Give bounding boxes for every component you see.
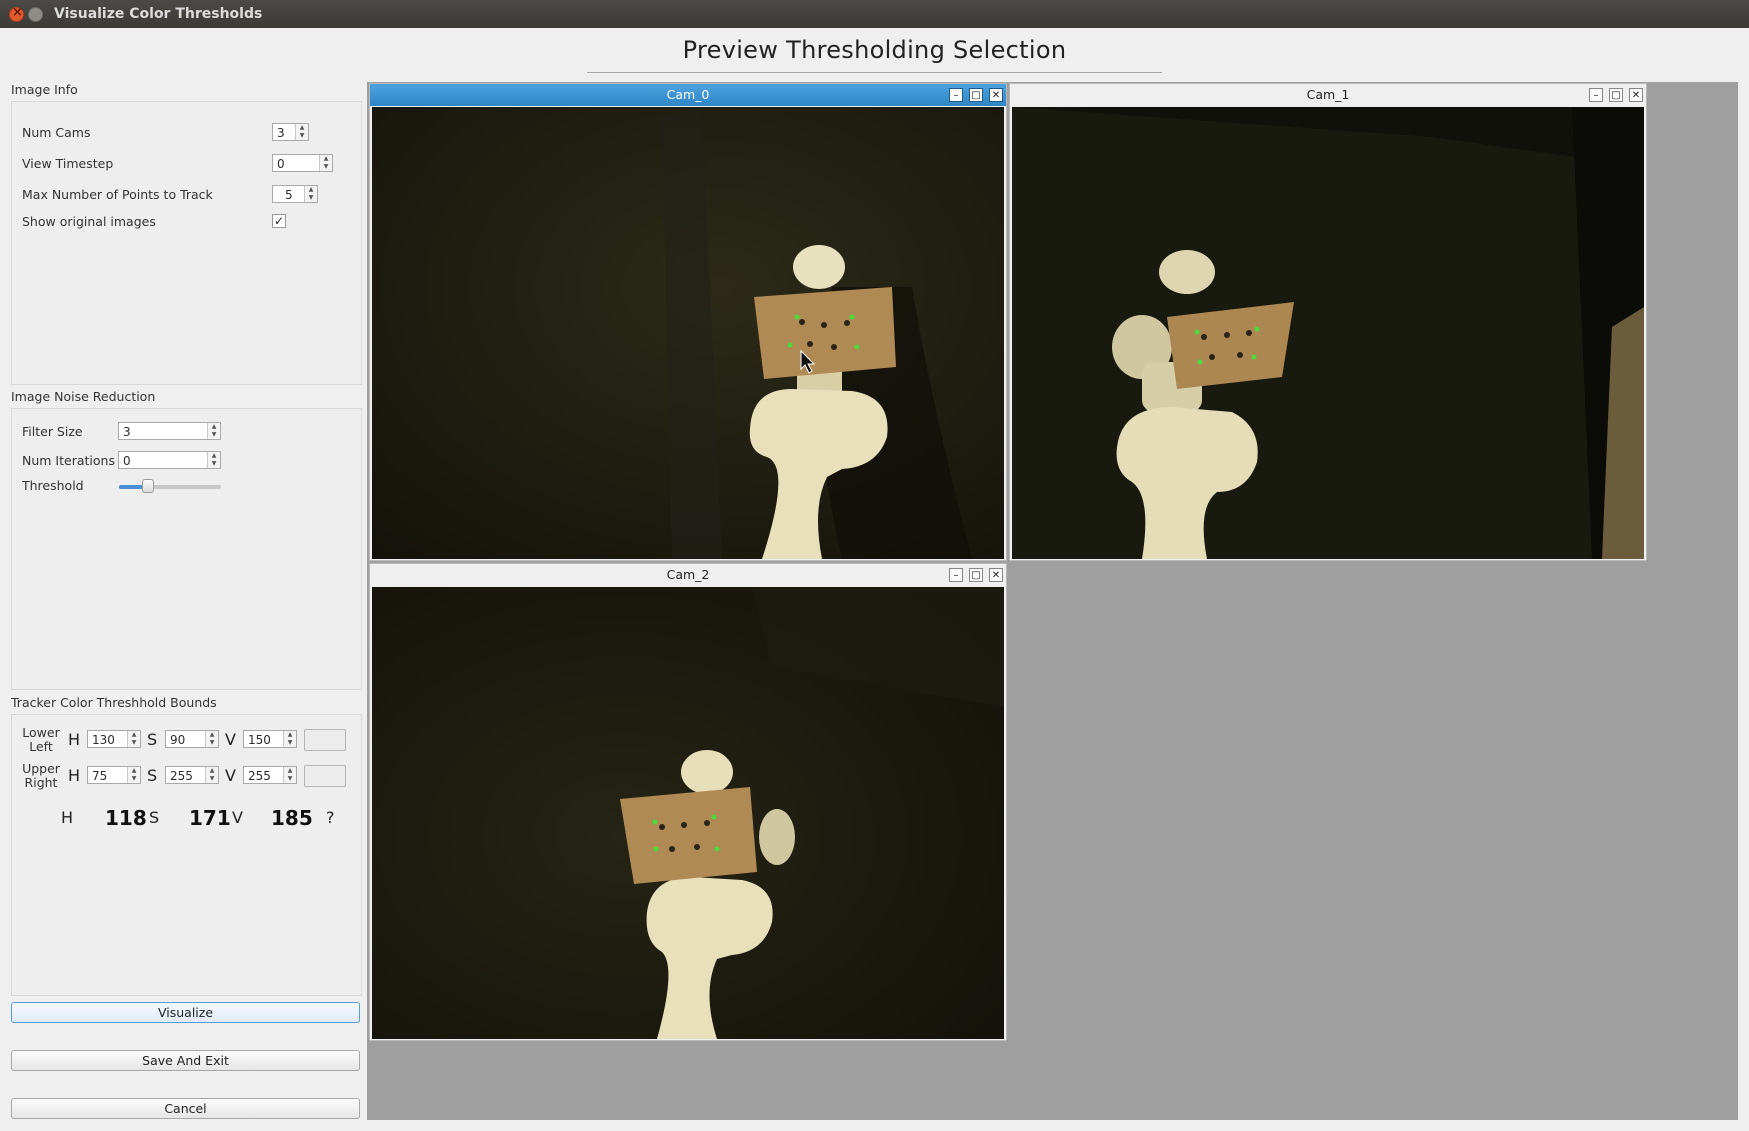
upper-label-1: Upper [22,761,60,776]
num-iterations-value: 0 [123,454,131,468]
visualize-button[interactable]: Visualize [11,1002,360,1023]
cam-1-image[interactable] [1012,107,1644,559]
spin-arrows-icon[interactable]: ▲ ▼ [127,731,140,747]
max-points-spinbox[interactable]: 5 ▲ ▼ [272,185,318,203]
cam-0-title: Cam_0 [666,87,710,102]
title-divider [587,72,1162,73]
upper-s-spinbox[interactable]: 255 ▲ ▼ [165,766,219,784]
filter-size-value: 3 [123,425,131,439]
cam-2-window[interactable]: Cam_2 – □ ✕ [369,563,1007,1041]
minimize-icon[interactable]: – [1589,88,1603,102]
upper-h-spinbox[interactable]: 75 ▲ ▼ [87,766,141,784]
window-title: Visualize Color Thresholds [54,6,263,22]
num-iterations-spinbox[interactable]: 0 ▲ ▼ [118,451,221,469]
lower-h-value: 130 [92,733,115,747]
maximize-icon[interactable]: □ [969,568,983,582]
minimize-window-icon[interactable] [28,7,43,22]
spin-arrows-icon[interactable]: ▲ ▼ [319,155,332,171]
spin-arrows-icon[interactable]: ▲ ▼ [304,186,317,202]
upper-s-letter: S [147,766,158,785]
lower-label-2: Left [29,739,53,754]
cancel-button[interactable]: Cancel [11,1098,360,1119]
tracker-bounds-group-label: Tracker Color Threshhold Bounds [11,695,217,710]
tracker-bounds-group [11,714,362,996]
upper-v-letter: V [225,766,236,785]
readout-v-value: 185 [271,806,313,830]
lower-label-1: Lower [22,725,60,740]
upper-v-value: 255 [248,769,271,783]
cam-1-title: Cam_1 [1306,87,1350,102]
cam-2-titlebar[interactable]: Cam_2 [370,564,1006,586]
view-timestep-value: 0 [277,157,285,171]
view-timestep-spinbox[interactable]: 0 ▲ ▼ [272,154,333,172]
minimize-icon[interactable]: – [949,568,963,582]
upper-h-letter: H [68,766,81,785]
num-cams-label: Num Cams [22,125,91,140]
close-icon[interactable]: ✕ [989,88,1003,102]
spin-arrows-icon[interactable]: ▲ ▼ [205,731,218,747]
lower-left-label: Lower Left [20,726,62,754]
close-icon[interactable]: ✕ [1629,88,1643,102]
spin-arrows-icon[interactable]: ▲ ▼ [283,767,296,783]
readout-h-label: H [61,808,74,827]
upper-label-2: Right [24,775,58,790]
spin-arrows-icon[interactable]: ▲ ▼ [295,124,308,140]
lower-s-spinbox[interactable]: 90 ▲ ▼ [165,730,219,748]
view-timestep-label: View Timestep [22,156,114,171]
image-info-group [11,101,362,385]
max-points-value: 5 [285,188,293,202]
threshold-label: Threshold [22,478,84,493]
num-iterations-label: Num Iterations [22,453,115,468]
lower-h-letter: H [68,730,81,749]
lower-color-swatch[interactable] [304,729,346,751]
cam-0-titlebar[interactable]: Cam_0 [370,84,1006,106]
spin-arrows-icon[interactable]: ▲ ▼ [283,731,296,747]
save-and-exit-button[interactable]: Save And Exit [11,1050,360,1071]
filter-size-spinbox[interactable]: 3 ▲ ▼ [118,422,221,440]
filter-size-label: Filter Size [22,424,83,439]
upper-s-value: 255 [170,769,193,783]
spin-arrows-icon[interactable]: ▲ ▼ [207,452,220,468]
lower-v-letter: V [225,730,236,749]
page-title: Preview Thresholding Selection [682,36,1067,64]
lower-h-spinbox[interactable]: 130 ▲ ▼ [87,730,141,748]
cam-0-image[interactable] [372,107,1004,559]
num-cams-spinbox[interactable]: 3 ▲ ▼ [272,123,309,141]
max-points-label: Max Number of Points to Track [22,187,213,202]
num-cams-value: 3 [277,126,285,140]
cam-1-window[interactable]: Cam_1 – □ ✕ [1009,83,1647,561]
upper-right-label: Upper Right [20,762,62,790]
lower-s-value: 90 [170,733,186,747]
maximize-icon[interactable]: □ [1609,88,1623,102]
lower-s-letter: S [147,730,158,749]
upper-h-value: 75 [92,769,108,783]
readout-s-value: 171 [189,806,231,830]
threshold-slider-handle[interactable] [141,479,154,493]
readout-unknown-label: ? [326,808,335,827]
show-original-label: Show original images [22,214,156,229]
close-window-icon[interactable] [9,5,24,22]
image-info-group-label: Image Info [11,82,78,97]
spin-arrows-icon[interactable]: ▲ ▼ [127,767,140,783]
lower-v-value: 150 [248,733,271,747]
maximize-icon[interactable]: □ [969,88,983,102]
cam-2-title: Cam_2 [666,567,710,582]
lower-v-spinbox[interactable]: 150 ▲ ▼ [243,730,297,748]
cam-2-image[interactable] [372,587,1004,1039]
upper-color-swatch[interactable] [304,765,346,787]
show-original-checkbox[interactable]: ✓ [272,214,286,228]
upper-v-spinbox[interactable]: 255 ▲ ▼ [243,766,297,784]
close-icon[interactable]: ✕ [989,568,1003,582]
noise-reduction-group-label: Image Noise Reduction [11,389,156,404]
cam-1-titlebar[interactable]: Cam_1 [1010,84,1646,106]
threshold-slider[interactable] [119,479,221,493]
spin-arrows-icon[interactable]: ▲ ▼ [205,767,218,783]
minimize-icon[interactable]: – [949,88,963,102]
spin-arrows-icon[interactable]: ▲ ▼ [207,423,220,439]
window-titlebar: Visualize Color Thresholds [0,0,1749,28]
cam-0-window[interactable]: Cam_0 – □ ✕ [369,83,1007,561]
readout-h-value: 118 [105,806,147,830]
readout-s-label: S [149,808,160,827]
readout-v-label: V [232,808,243,827]
